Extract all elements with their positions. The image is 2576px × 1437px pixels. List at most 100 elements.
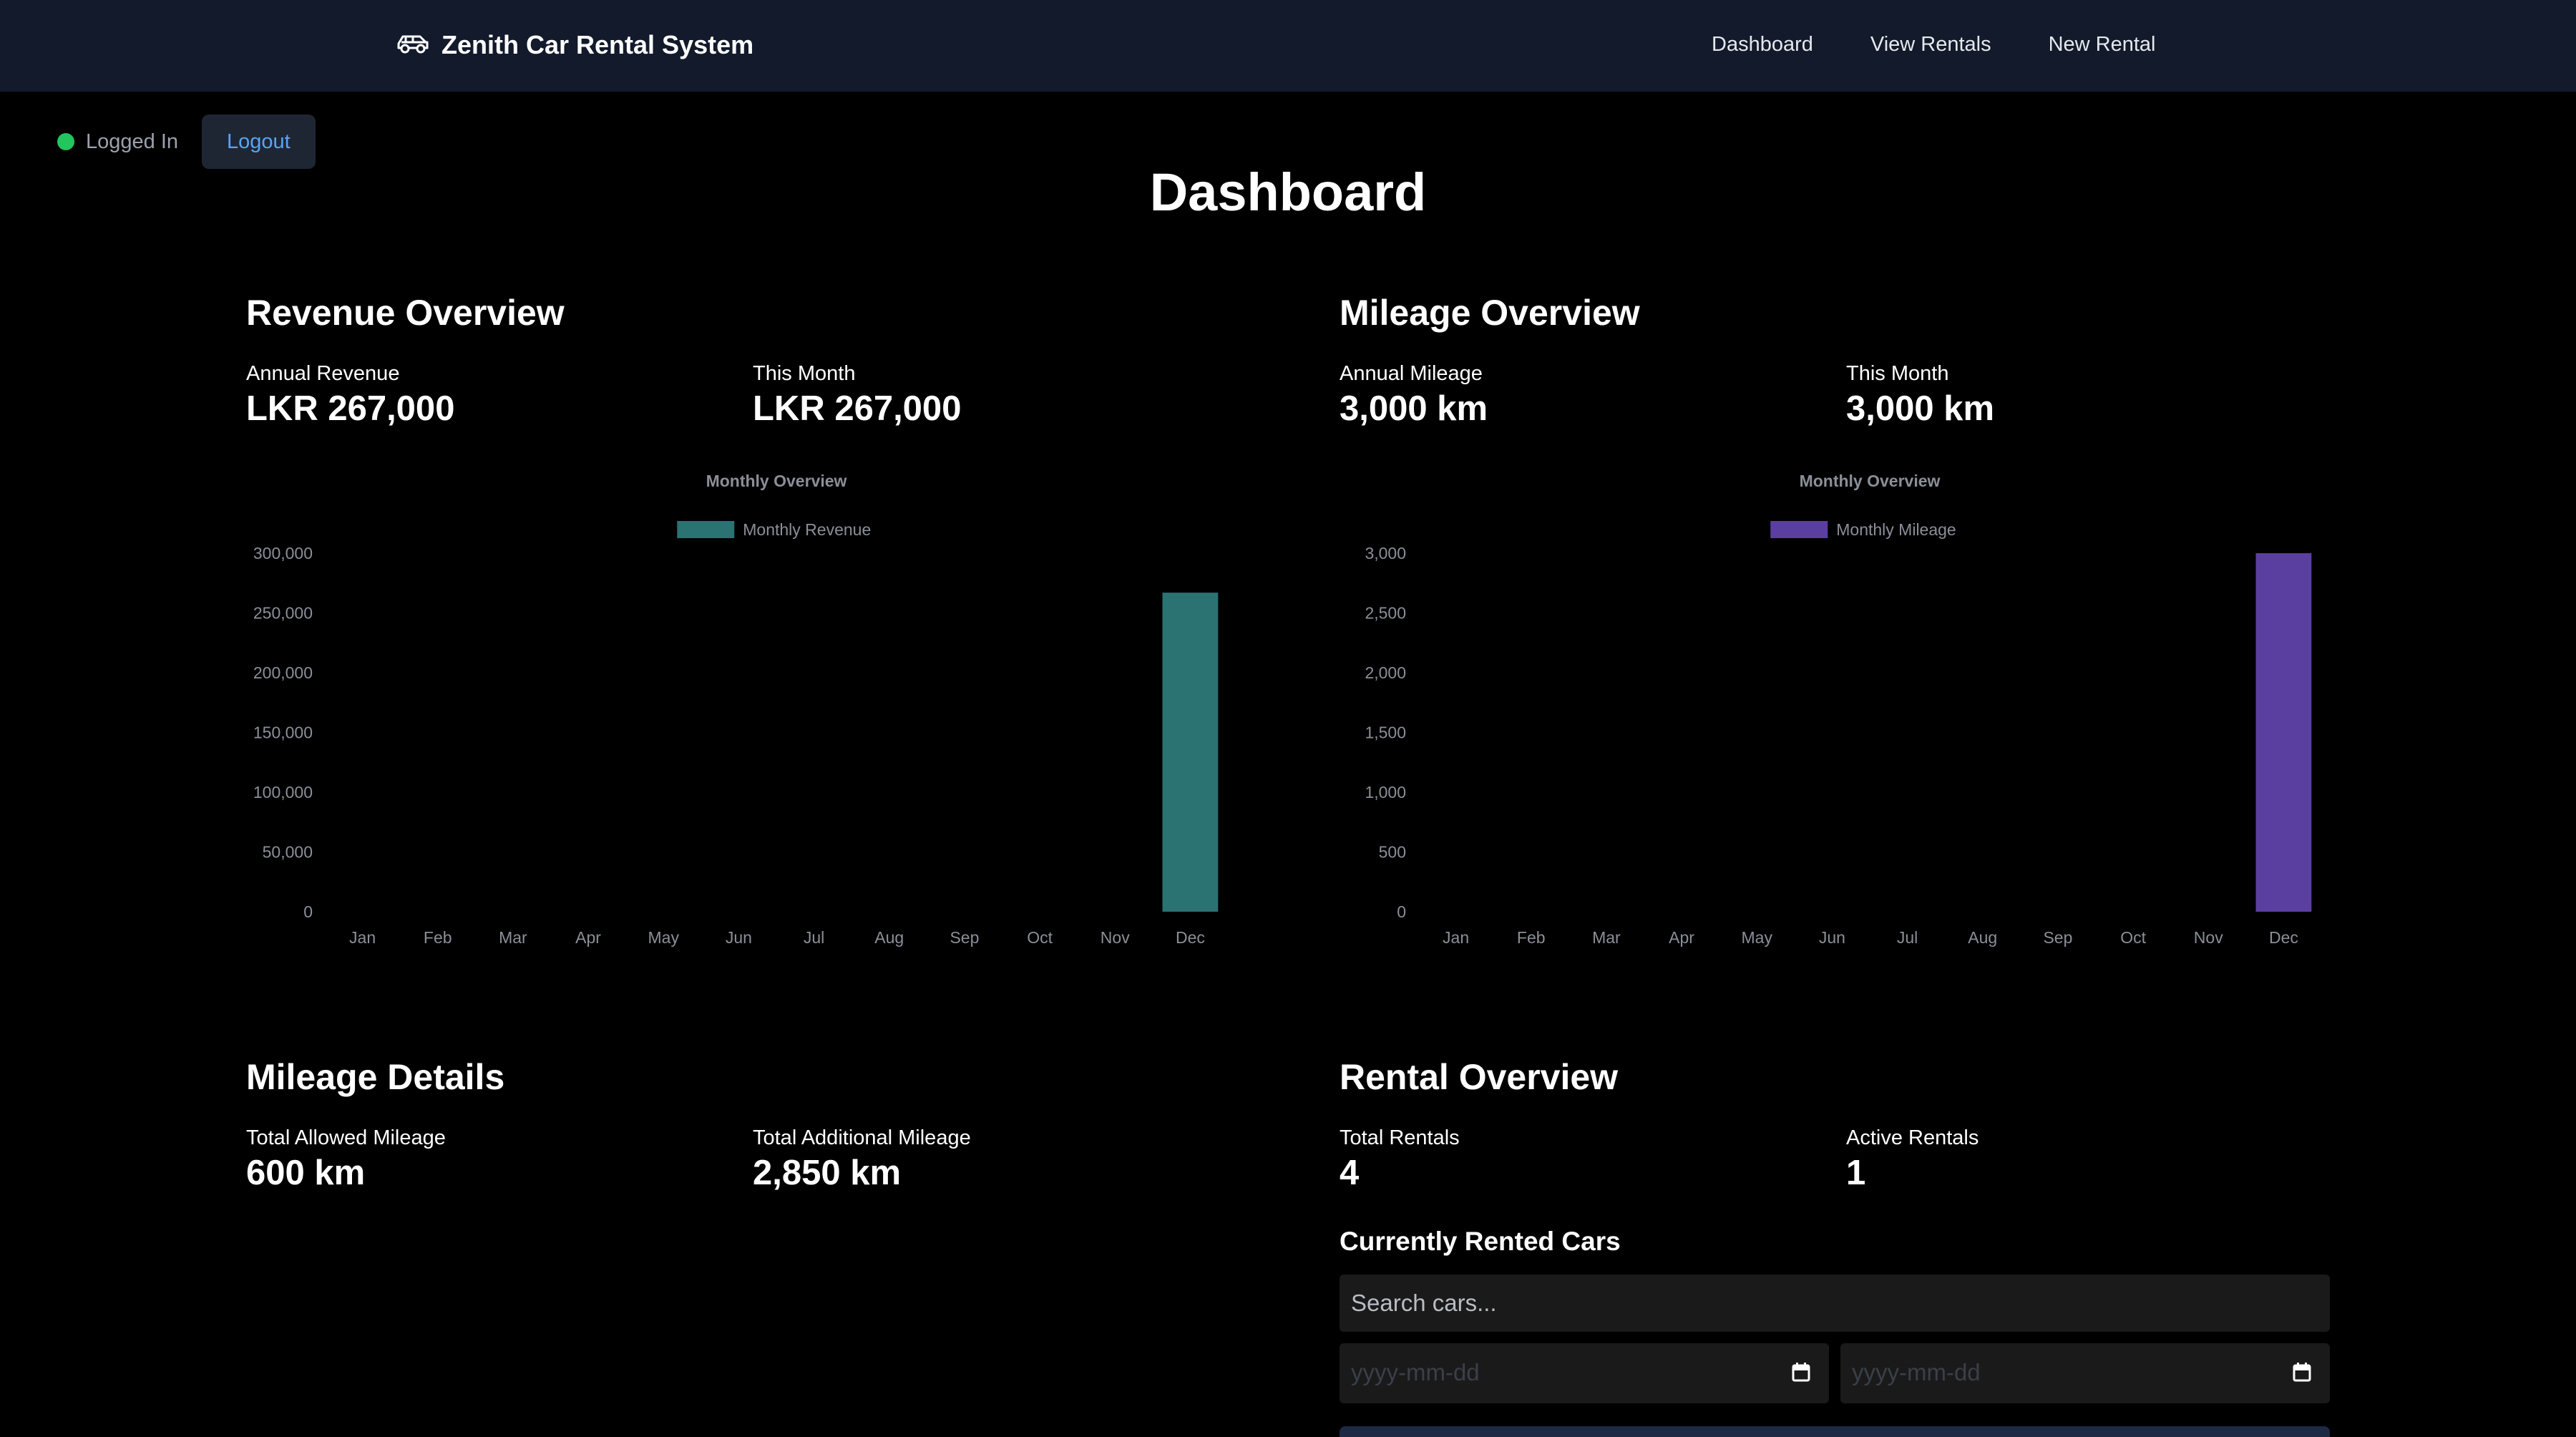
- nav-link-new-rental[interactable]: New Rental: [2049, 33, 2156, 57]
- x-tick-label: Apr: [575, 928, 601, 947]
- additional-mileage-stat: Total Additional Mileage 2,850 km: [753, 1126, 971, 1193]
- x-tick-label: Aug: [1968, 928, 1997, 947]
- chart-svg: Monthly Overview Monthly Mileage 0 500 1,000…: [1365, 472, 2312, 947]
- section-title: Mileage Overview: [1340, 293, 1640, 333]
- y-tick-label: 300,000: [253, 544, 313, 562]
- x-tick-label: May: [1742, 928, 1773, 947]
- y-tick-label: 2,000: [1365, 663, 1406, 682]
- nav-links: Dashboard View Rentals New Rental: [1712, 33, 2213, 57]
- allowed-mileage-stat: Total Allowed Mileage 600 km: [246, 1126, 446, 1193]
- y-tick-label: 150,000: [253, 724, 313, 742]
- y-tick-label: 0: [1397, 902, 1406, 921]
- section-title: Rental Overview: [1340, 1057, 1619, 1097]
- filter-button-partial[interactable]: [1340, 1426, 2330, 1437]
- x-tick-label: Nov: [2194, 928, 2223, 947]
- x-tick-label: Mar: [1592, 928, 1621, 947]
- stat-value: 1: [1846, 1154, 1866, 1192]
- active-rentals-stat: Active Rentals 1: [1846, 1126, 1979, 1193]
- online-status-dot: [57, 133, 74, 150]
- stat-label: Annual Mileage: [1340, 362, 1483, 385]
- logout-button[interactable]: Logout: [202, 115, 316, 169]
- x-tick-label: Jul: [804, 928, 824, 947]
- y-tick-label: 1,000: [1365, 783, 1406, 802]
- mileage-details-section: Mileage Details Total Allowed Mileage 60…: [246, 1056, 1234, 1228]
- y-tick-label: 100,000: [253, 783, 313, 802]
- start-date-input[interactable]: yyyy-mm-dd: [1340, 1343, 1829, 1403]
- annual-revenue-stat: Annual Revenue LKR 267,000: [246, 362, 454, 429]
- annual-mileage-stat: Annual Mileage 3,000 km: [1340, 362, 1488, 429]
- x-tick-label: Oct: [2120, 928, 2146, 947]
- x-tick-label: Jan: [1443, 928, 1469, 947]
- calendar-icon[interactable]: [1792, 1362, 1810, 1382]
- stat-value: 600 km: [246, 1154, 366, 1192]
- car-icon: [396, 31, 430, 60]
- x-tick-label: Dec: [1176, 928, 1205, 947]
- y-tick-label: 200,000: [253, 663, 313, 682]
- total-rentals-stat: Total Rentals 4: [1340, 1126, 1460, 1193]
- y-tick-label: 50,000: [263, 843, 313, 862]
- x-tick-label: May: [648, 928, 680, 947]
- stat-label: Active Rentals: [1846, 1126, 1979, 1149]
- revenue-bar-chart: Monthly Overview Monthly Revenue 0 50,000 10…: [246, 465, 1234, 966]
- top-navbar: Zenith Car Rental System Dashboard View …: [0, 0, 2576, 92]
- x-tick-label: Aug: [874, 928, 904, 947]
- y-tick-label: 500: [1379, 843, 1406, 862]
- x-tick-label: Jul: [1897, 928, 1918, 947]
- login-status-text: Logged In: [86, 130, 179, 153]
- x-tick-label: Jun: [726, 928, 752, 947]
- brand-title: Zenith Car Rental System: [441, 30, 754, 59]
- nav-link-dashboard[interactable]: Dashboard: [1712, 33, 1813, 57]
- month-mileage-stat: This Month 3,000 km: [1846, 362, 1994, 429]
- date-placeholder: yyyy-mm-dd: [1852, 1359, 1981, 1385]
- x-tick-label: Feb: [1517, 928, 1546, 947]
- stat-value: 2,850 km: [753, 1154, 902, 1192]
- x-tick-label: Dec: [2269, 928, 2298, 947]
- stat-label: Total Rentals: [1340, 1126, 1460, 1149]
- legend-swatch: [677, 521, 735, 538]
- nav-link-view-rentals[interactable]: View Rentals: [1870, 33, 1991, 57]
- x-tick-label: Jun: [1819, 928, 1845, 947]
- stat-label: This Month: [1846, 362, 1949, 385]
- calendar-icon[interactable]: [2293, 1362, 2311, 1382]
- legend-label: Monthly Mileage: [1836, 520, 1956, 539]
- end-date-input[interactable]: yyyy-mm-dd: [1840, 1343, 2330, 1403]
- x-tick-label: Mar: [499, 928, 527, 947]
- y-tick-label: 3,000: [1365, 544, 1406, 562]
- stat-label: This Month: [753, 362, 856, 385]
- month-revenue-stat: This Month LKR 267,000: [753, 362, 961, 429]
- y-tick-label: 1,500: [1365, 724, 1406, 742]
- page-title: Dashboard: [1149, 162, 1427, 222]
- legend-swatch: [1770, 521, 1828, 538]
- stat-value: 4: [1340, 1154, 1360, 1192]
- stat-value: 3,000 km: [1340, 389, 1488, 428]
- x-tick-label: Feb: [424, 928, 452, 947]
- currently-rented-title: Currently Rented Cars: [1340, 1227, 1621, 1256]
- stat-value: 3,000 km: [1846, 389, 1995, 428]
- x-tick-label: Sep: [2043, 928, 2072, 947]
- chart-bar: [2255, 553, 2312, 912]
- x-tick-label: Nov: [1101, 928, 1130, 947]
- mileage-bar-chart: Monthly Overview Monthly Mileage 0 500 1,000…: [1340, 465, 2327, 966]
- brand[interactable]: Zenith Car Rental System: [396, 30, 753, 60]
- section-title: Mileage Details: [246, 1057, 505, 1097]
- stat-label: Total Allowed Mileage: [246, 1126, 446, 1149]
- y-tick-label: 250,000: [253, 604, 313, 623]
- section-title: Revenue Overview: [246, 293, 565, 333]
- x-tick-label: Jan: [349, 928, 376, 947]
- date-placeholder: yyyy-mm-dd: [1351, 1359, 1480, 1385]
- x-tick-label: Apr: [1669, 928, 1694, 947]
- stat-value: LKR 267,000: [753, 389, 962, 428]
- chart-title: Monthly Overview: [1800, 472, 1941, 490]
- legend-label: Monthly Revenue: [743, 520, 871, 539]
- y-tick-label: 0: [303, 902, 313, 921]
- rental-overview-section: Rental Overview Total Rentals 4 Active R…: [1340, 1056, 2327, 1228]
- stat-label: Annual Revenue: [246, 362, 400, 385]
- chart-title: Monthly Overview: [706, 472, 847, 490]
- y-tick-label: 2,500: [1365, 604, 1406, 623]
- chart-bar: [1162, 593, 1219, 912]
- x-tick-label: Oct: [1027, 928, 1053, 947]
- search-cars-input[interactable]: [1340, 1275, 2330, 1332]
- stat-value: LKR 267,000: [246, 389, 455, 428]
- session-status: Logged In Logout: [57, 115, 316, 169]
- x-tick-label: Sep: [950, 928, 979, 947]
